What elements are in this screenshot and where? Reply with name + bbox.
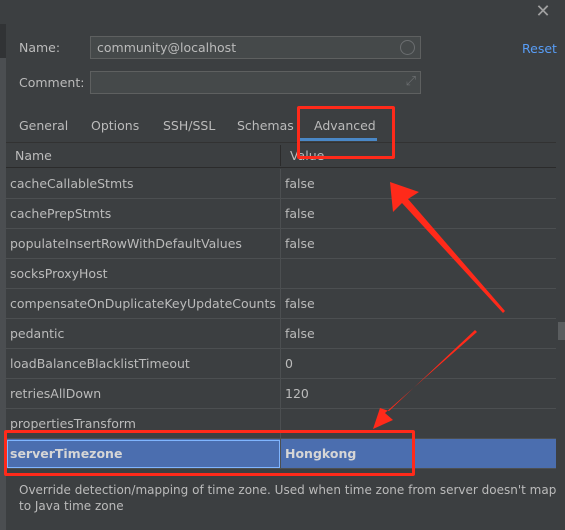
annotation-arrows [373,182,505,429]
annotation-arrow-down [373,330,477,429]
annotation-arrow-up [390,182,505,313]
